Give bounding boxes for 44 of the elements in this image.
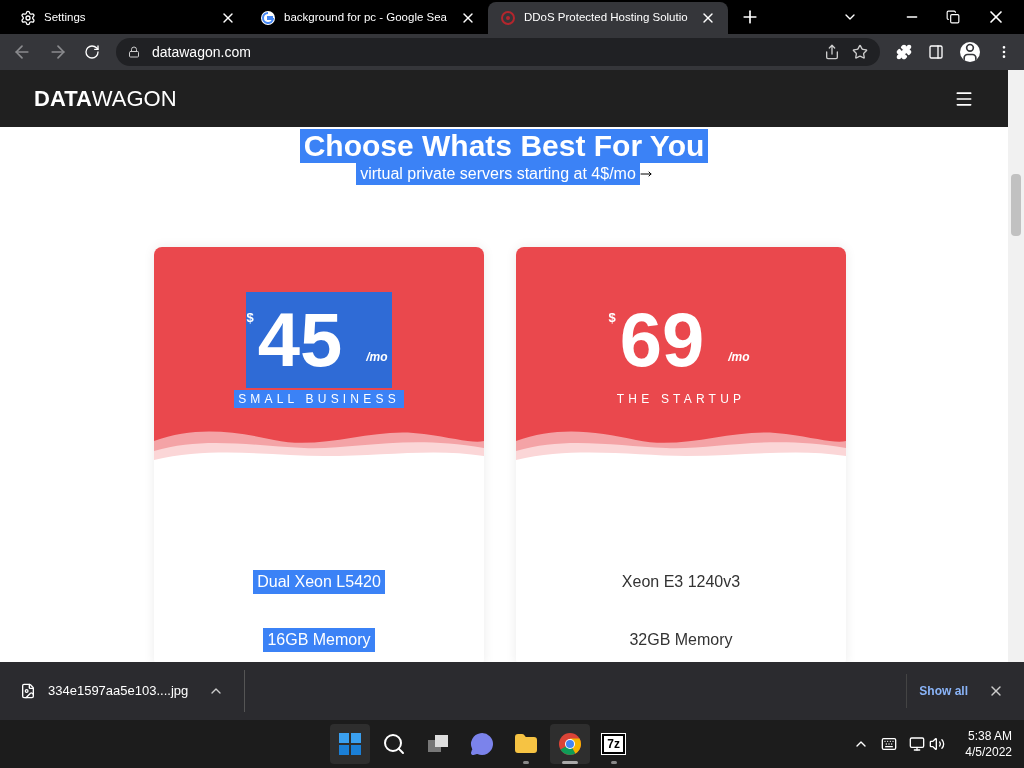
browser-tab[interactable]: DDoS Protected Hosting Solutio — [488, 2, 728, 34]
currency-symbol: $ — [608, 309, 616, 327]
star-icon[interactable] — [852, 44, 868, 60]
price: 69 — [618, 296, 706, 384]
clock-date[interactable]: 4/5/2022 — [965, 744, 1012, 760]
currency-symbol: $ — [246, 309, 254, 327]
archive-app-label: 7z — [602, 734, 625, 754]
extensions-icon[interactable] — [896, 44, 912, 60]
price-period: /mo — [366, 349, 388, 366]
share-icon[interactable] — [824, 44, 840, 60]
page-subheading: virtual private servers starting at 4$/mo — [356, 163, 640, 185]
volume-icon[interactable] — [929, 736, 946, 752]
restore-icon[interactable] — [946, 10, 960, 24]
taskbar-button[interactable]: 7z — [593, 724, 634, 764]
side-panel-icon[interactable] — [928, 44, 944, 60]
reload-icon[interactable] — [84, 44, 100, 60]
plan-feature: Dual Xeon L5420 — [253, 570, 385, 594]
chat-icon — [469, 732, 494, 756]
address-field[interactable]: datawagon.com — [116, 38, 880, 66]
price: 45 — [256, 296, 344, 384]
search-icon — [381, 732, 406, 756]
taskbar-button[interactable] — [549, 724, 590, 764]
clock-time[interactable]: 5:38 AM — [967, 728, 1012, 744]
plan-name: SMALL BUSINESS — [234, 390, 404, 408]
download-file-name[interactable]: 334e1597aa5e103....jpg — [48, 681, 189, 701]
g-logo-icon — [260, 10, 276, 26]
folder-icon — [513, 732, 538, 756]
gear-icon — [20, 10, 36, 26]
scrollbar[interactable] — [1008, 70, 1024, 662]
plan-feature: 32GB Memory — [628, 630, 734, 650]
profile-icon[interactable] — [960, 42, 980, 62]
image-file-icon — [20, 683, 36, 699]
site-logo[interactable]: DATAWAGON — [34, 82, 177, 115]
plan-feature: Xeon E3 1240v3 — [620, 572, 742, 592]
windows-icon — [337, 732, 362, 756]
plan-feature: 16GB Memory — [263, 628, 375, 652]
lock-icon — [128, 46, 140, 58]
show-all-button[interactable]: Show all — [906, 674, 980, 708]
plan-name: THE STARTUP — [615, 391, 747, 408]
price-period: /mo — [728, 349, 750, 366]
chrome-icon — [557, 732, 582, 756]
page-heading: Choose Whats Best For You — [299, 129, 709, 163]
taskbar-button[interactable] — [329, 724, 370, 764]
keyboard-icon[interactable] — [881, 736, 898, 752]
